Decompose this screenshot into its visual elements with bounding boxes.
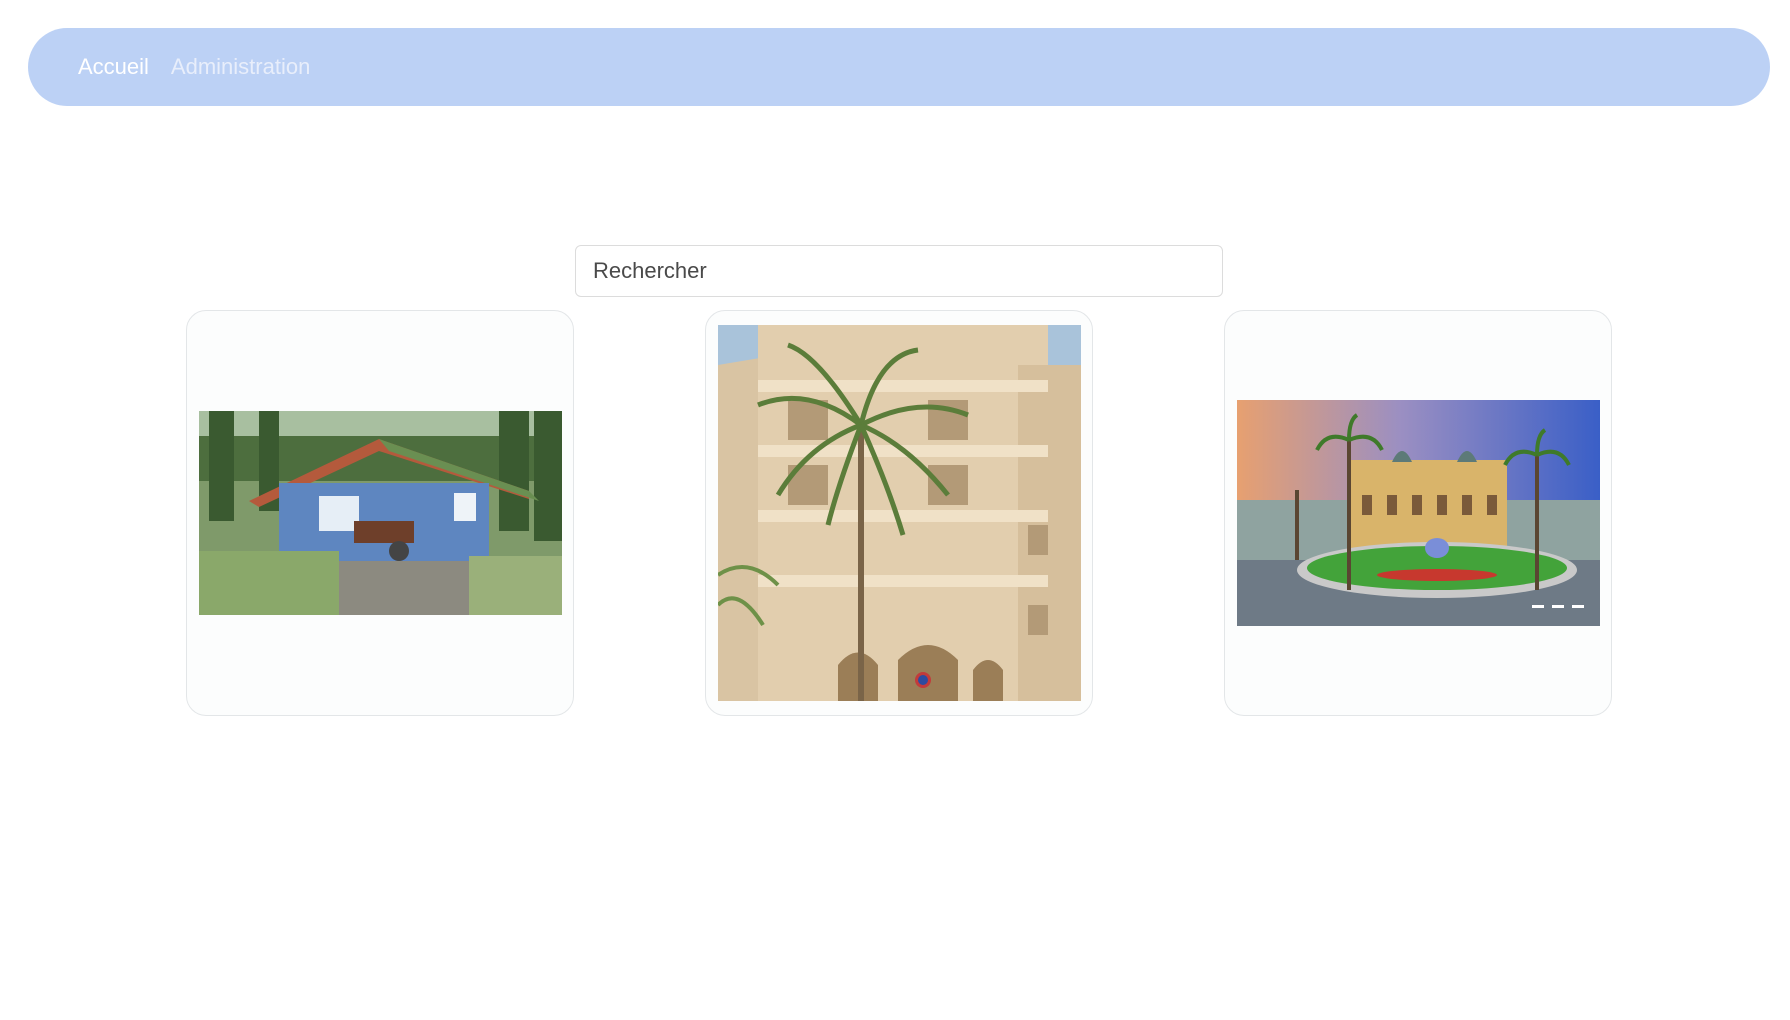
top-navbar: Accueil Administration bbox=[28, 28, 1770, 106]
blue-wooden-cabin-photo[interactable] bbox=[199, 411, 562, 615]
nav-link-administration[interactable]: Administration bbox=[171, 54, 310, 80]
listing-card-2[interactable] bbox=[705, 310, 1093, 716]
beige-apartment-building-photo[interactable] bbox=[718, 325, 1081, 701]
casino-with-palm-trees-photo[interactable] bbox=[1237, 400, 1600, 626]
search-container bbox=[575, 245, 1223, 297]
listing-card-3[interactable] bbox=[1224, 310, 1612, 716]
nav-link-accueil[interactable]: Accueil bbox=[78, 54, 149, 80]
search-input[interactable] bbox=[575, 245, 1223, 297]
listing-card-1[interactable] bbox=[186, 310, 574, 716]
